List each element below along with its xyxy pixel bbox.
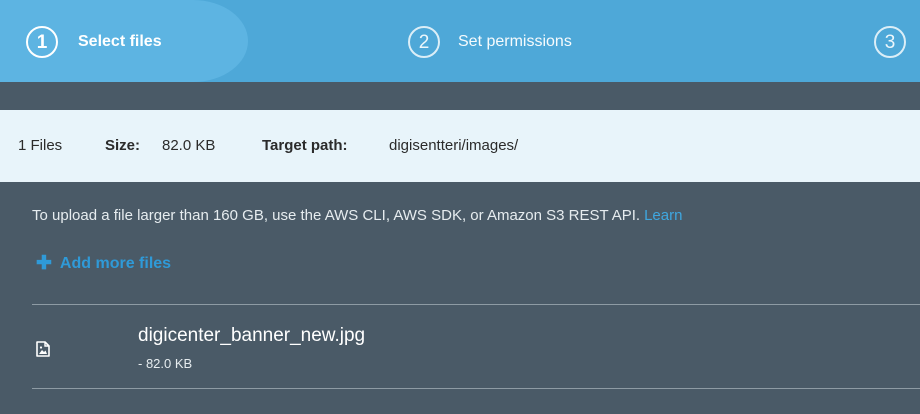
step-label-select-files: Select files [78, 33, 162, 50]
file-size: - 82.0 KB [138, 356, 193, 371]
target-path-label: Target path: [262, 137, 348, 154]
large-file-notice-text: To upload a file larger than 160 GB, use… [32, 207, 641, 224]
step-select-files[interactable]: 1 Select files [26, 25, 162, 59]
file-count: 1 Files [18, 137, 63, 154]
add-more-files-button[interactable]: ✚ Add more files [36, 254, 171, 273]
large-file-notice: To upload a file larger than 160 GB, use… [32, 207, 682, 224]
step-number-1: 1 [26, 26, 58, 58]
size-label: Size: [105, 137, 141, 154]
upload-panel: To upload a file larger than 160 GB, use… [0, 182, 920, 414]
header-separator [0, 82, 920, 110]
step-set-permissions[interactable]: 2 Set permissions [408, 25, 572, 59]
add-more-files-label: Add more files [59, 254, 172, 272]
upload-wizard-steps: 1 Select files 2 Set permissions 3 [0, 0, 920, 82]
step-number-2: 2 [408, 26, 440, 58]
file-list-item[interactable]: digicenter_banner_new.jpg - 82.0 KB [32, 305, 920, 388]
file-list-divider-bottom [32, 388, 920, 389]
target-path-value: digisentteri/images/ [389, 137, 519, 154]
step-label-set-permissions: Set permissions [458, 33, 572, 50]
learn-more-link[interactable]: Learn [644, 207, 682, 224]
step-number-3: 3 [874, 26, 906, 58]
file-name: digicenter_banner_new.jpg [138, 325, 366, 346]
image-file-icon [36, 341, 50, 357]
plus-icon: ✚ [36, 253, 52, 274]
size-value: 82.0 KB [162, 137, 216, 154]
step-3[interactable]: 3 [874, 25, 906, 59]
upload-summary-bar: 1 Files Size: 82.0 KB Target path: digis… [0, 110, 920, 182]
